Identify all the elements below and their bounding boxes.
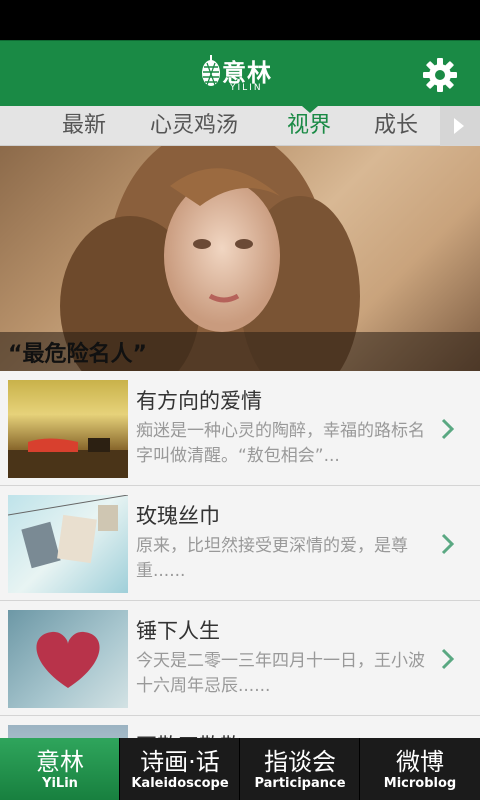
list-item[interactable]: 玫瑰丝巾 原来，比坦然接受更深情的爱，是尊重...... [0,486,480,601]
nav-label: 微博 [396,748,444,776]
nav-sublabel: Microblog [383,776,457,791]
scarf-photo [8,495,128,569]
prairie-photo [8,438,128,478]
heart-photo [36,631,100,688]
list-item[interactable]: 不散四散散 [0,716,480,738]
logo-brand-en: YILIN [230,83,263,93]
status-bar [0,0,480,40]
chevron-right-icon [441,533,455,555]
nav-label: 意林 [36,748,84,776]
chevron-right-icon [441,648,455,670]
article-summary: 原来，比坦然接受更深情的爱，是尊重...... [136,536,408,581]
more-tabs-button[interactable] [440,106,480,146]
app-logo: 意林 YILIN [196,51,288,97]
tab-growth[interactable]: 成长 [374,110,418,142]
app-header: 意林 YILIN [0,40,480,106]
article-title: 锤下人生 [136,619,220,643]
tab-soul-soup[interactable]: 心灵鸡汤 [150,110,238,142]
chevron-right-icon [441,418,455,440]
nav-sublabel: YiLin [42,776,78,791]
tab-vision[interactable]: 视界 [287,110,331,142]
chevron-right-icon [454,118,464,134]
article-list: 有方向的爱情 痴迷是一种心灵的陶醉，幸福的路标名字叫做清醒。“敖包相会”... … [0,371,480,738]
nav-yilin[interactable]: 意林 YiLin [0,738,120,800]
nav-label: 指谈会 [264,748,336,776]
category-tabs: 最新 心灵鸡汤 视界 成长 [0,106,480,146]
article-title: 有方向的爱情 [136,389,262,413]
bottom-navigation: 意林 YiLin 诗画·话 Kaleidoscope 指谈会 Participa… [0,738,480,800]
article-thumbnail [8,610,128,708]
nav-sublabel: Participance [254,776,346,791]
article-title: 玫瑰丝巾 [136,504,220,528]
tab-latest[interactable]: 最新 [62,110,106,142]
banner-caption: “最危险名人” [8,342,147,367]
gear-icon [423,58,457,92]
nav-microblog[interactable]: 微博 Microblog [360,738,480,800]
article-thumbnail [8,495,128,593]
article-summary: 痴迷是一种心灵的陶醉，幸福的路标名字叫做清醒。“敖包相会”... [136,421,425,466]
nav-participance[interactable]: 指谈会 Participance [240,738,360,800]
article-title: 不散四散散 [136,730,241,738]
nav-sublabel: Kaleidoscope [131,776,229,791]
article-thumbnail [8,380,128,478]
list-item[interactable]: 锤下人生 今天是二零一三年四月十一日，王小波十六周年忌辰...... [0,601,480,716]
featured-banner[interactable]: “最危险名人” [0,146,480,371]
settings-button[interactable] [420,55,460,95]
nav-label: 诗画·话 [140,748,220,776]
article-thumbnail [8,725,128,738]
list-item[interactable]: 有方向的爱情 痴迷是一种心灵的陶醉，幸福的路标名字叫做清醒。“敖包相会”... [0,371,480,486]
article-summary: 今天是二零一三年四月十一日，王小波十六周年忌辰...... [136,651,425,696]
nav-kaleidoscope[interactable]: 诗画·话 Kaleidoscope [120,738,240,800]
pinecone-logo-icon [202,55,220,86]
